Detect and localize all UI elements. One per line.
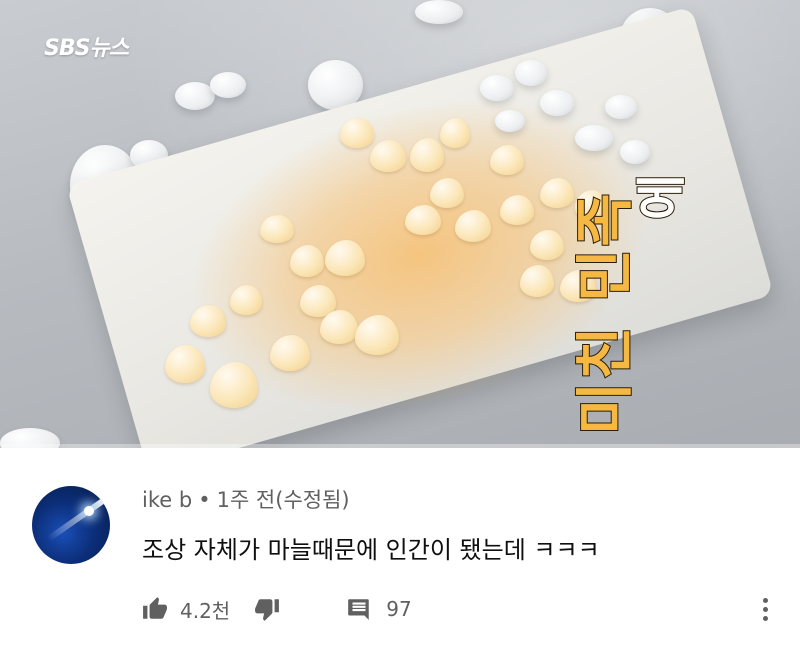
- garlic-clove: [455, 210, 491, 242]
- garlic-clove: [405, 205, 441, 235]
- more-dot: [762, 597, 768, 603]
- comment-icon: [346, 596, 372, 622]
- garlic-clove: [290, 245, 324, 277]
- reply-count: 97: [386, 597, 412, 621]
- garlic-clove: [490, 145, 524, 175]
- garlic-clove: [355, 315, 399, 355]
- garlic-clove: [440, 118, 470, 148]
- garlic-bulb-decoration: [415, 0, 463, 24]
- more-dot: [762, 606, 768, 612]
- like-count: 4.2천: [180, 598, 231, 623]
- comment-time: 1주 전(수정됨): [216, 488, 350, 512]
- garlic-clove: [230, 285, 262, 315]
- comment-actions: 4.2천 97: [142, 594, 412, 624]
- comment-text: 조상 자체가 마늘때문에 인간이 됐는데 ㅋㅋㅋ: [142, 536, 600, 564]
- like-button[interactable]: 4.2천: [142, 595, 230, 624]
- garlic-clove: [540, 90, 574, 116]
- garlic-clove: [520, 265, 554, 297]
- garlic-clove: [605, 95, 637, 119]
- garlic-clove: [430, 178, 464, 208]
- garlic-clove: [190, 305, 226, 337]
- garlic-clove: [270, 335, 310, 371]
- channel-logo: SBS뉴스: [44, 36, 129, 61]
- garlic-clove: [325, 240, 365, 276]
- avatar[interactable]: [32, 486, 110, 564]
- avatar-comet-streak: [46, 496, 108, 542]
- meta-separator: •: [198, 488, 211, 512]
- garlic-clove: [340, 118, 374, 148]
- garlic-clove: [410, 138, 444, 172]
- garlic-clove: [515, 60, 547, 86]
- thumbs-up-icon: [142, 596, 168, 622]
- comment-item: ike b • 1주 전(수정됨) 조상 자체가 마늘때문에 인간이 됐는데 ㅋㅋㅋ…: [0, 448, 800, 667]
- garlic-clove: [210, 362, 258, 408]
- comment-meta: ike b • 1주 전(수정됨): [142, 484, 350, 514]
- garlic-clove: [370, 140, 406, 172]
- garlic-clove: [480, 75, 514, 101]
- reply-button[interactable]: 97: [346, 596, 412, 622]
- garlic-clove: [495, 110, 525, 132]
- dislike-button[interactable]: [254, 596, 280, 622]
- more-vert-icon[interactable]: [758, 594, 772, 624]
- caption-main: 미친 민족: [570, 190, 640, 436]
- garlic-clove: [260, 215, 294, 243]
- thumbs-down-icon: [254, 596, 280, 622]
- garlic-clove: [620, 140, 650, 164]
- avatar-comet-head: [84, 506, 94, 516]
- app-frame: SBS뉴스 에 미친 민족 ike b • 1주 전(수정됨) 조상 자체가 마늘때…: [0, 0, 800, 667]
- garlic-clove: [320, 310, 358, 344]
- comment-author[interactable]: ike b: [142, 488, 192, 512]
- garlic-bulb-decoration: [175, 82, 215, 110]
- video-player[interactable]: SBS뉴스 에 미친 민족: [0, 0, 800, 448]
- garlic-clove: [500, 195, 534, 225]
- more-dot: [762, 615, 768, 621]
- garlic-clove: [575, 125, 613, 151]
- garlic-bulb-decoration: [210, 72, 246, 98]
- garlic-clove: [165, 345, 205, 383]
